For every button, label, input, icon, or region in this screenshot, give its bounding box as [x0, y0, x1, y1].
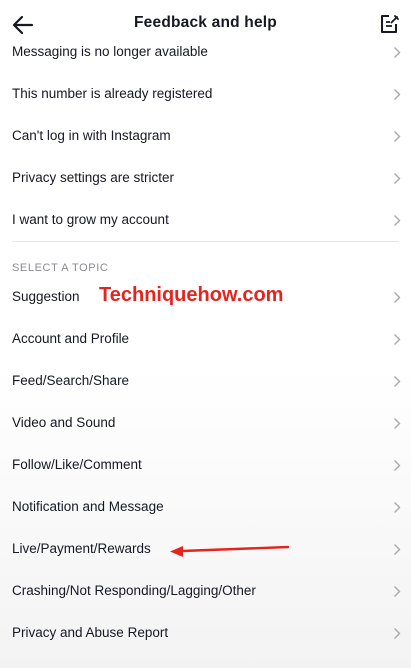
- list-item[interactable]: Privacy settings are stricter: [0, 157, 411, 199]
- topic-item-feed-search-share[interactable]: Feed/Search/Share: [0, 360, 411, 402]
- chevron-right-icon: [394, 544, 401, 555]
- chevron-right-icon: [394, 628, 401, 639]
- list-item-label: Can't log in with Instagram: [12, 128, 171, 143]
- chevron-right-icon: [394, 173, 401, 184]
- feedback-list: Messaging is no longer available This nu…: [0, 31, 411, 654]
- list-item-label: Messaging is no longer available: [12, 44, 208, 59]
- chevron-right-icon: [394, 460, 401, 471]
- topic-item-privacy-abuse-report[interactable]: Privacy and Abuse Report: [0, 612, 411, 654]
- chevron-right-icon: [394, 502, 401, 513]
- list-item-label: Account and Profile: [12, 331, 130, 346]
- section-title: SELECT A TOPIC: [12, 262, 109, 274]
- section-header: SELECT A TOPIC: [0, 242, 411, 276]
- list-item[interactable]: Messaging is no longer available: [0, 31, 411, 73]
- topic-item-crashing[interactable]: Crashing/Not Responding/Lagging/Other: [0, 570, 411, 612]
- topic-item-follow-like-comment[interactable]: Follow/Like/Comment: [0, 444, 411, 486]
- chevron-right-icon: [394, 89, 401, 100]
- page-title: Feedback and help: [134, 14, 277, 31]
- annotation-arrow-icon: [170, 545, 290, 557]
- list-item-label: Suggestion: [12, 289, 80, 304]
- list-item-label: This number is already registered: [12, 86, 213, 101]
- chevron-right-icon: [394, 292, 401, 303]
- chevron-right-icon: [394, 418, 401, 429]
- chevron-right-icon: [394, 131, 401, 142]
- list-item-label: Follow/Like/Comment: [12, 457, 142, 472]
- feedback-help-screen: Feedback and help Messaging is no longer…: [0, 0, 411, 668]
- list-item-label: Crashing/Not Responding/Lagging/Other: [12, 583, 256, 598]
- chevron-right-icon: [394, 586, 401, 597]
- list-item-label: I want to grow my account: [12, 212, 169, 227]
- list-item-label: Feed/Search/Share: [12, 373, 130, 388]
- chevron-right-icon: [394, 215, 401, 226]
- list-item-label: Privacy settings are stricter: [12, 170, 175, 185]
- topic-item-account-profile[interactable]: Account and Profile: [0, 318, 411, 360]
- chevron-right-icon: [394, 47, 401, 58]
- list-item-label: Notification and Message: [12, 499, 164, 514]
- list-item[interactable]: Can't log in with Instagram: [0, 115, 411, 157]
- watermark-text: Techniquehow.com: [99, 284, 284, 306]
- topic-item-notification-message[interactable]: Notification and Message: [0, 486, 411, 528]
- list-item-label: Live/Payment/Rewards: [12, 541, 151, 556]
- chevron-right-icon: [394, 376, 401, 387]
- list-item[interactable]: This number is already registered: [0, 73, 411, 115]
- list-item-label: Video and Sound: [12, 415, 116, 430]
- list-item-label: Privacy and Abuse Report: [12, 625, 169, 640]
- list-item[interactable]: I want to grow my account: [0, 199, 411, 241]
- chevron-right-icon: [394, 334, 401, 345]
- topic-item-video-sound[interactable]: Video and Sound: [0, 402, 411, 444]
